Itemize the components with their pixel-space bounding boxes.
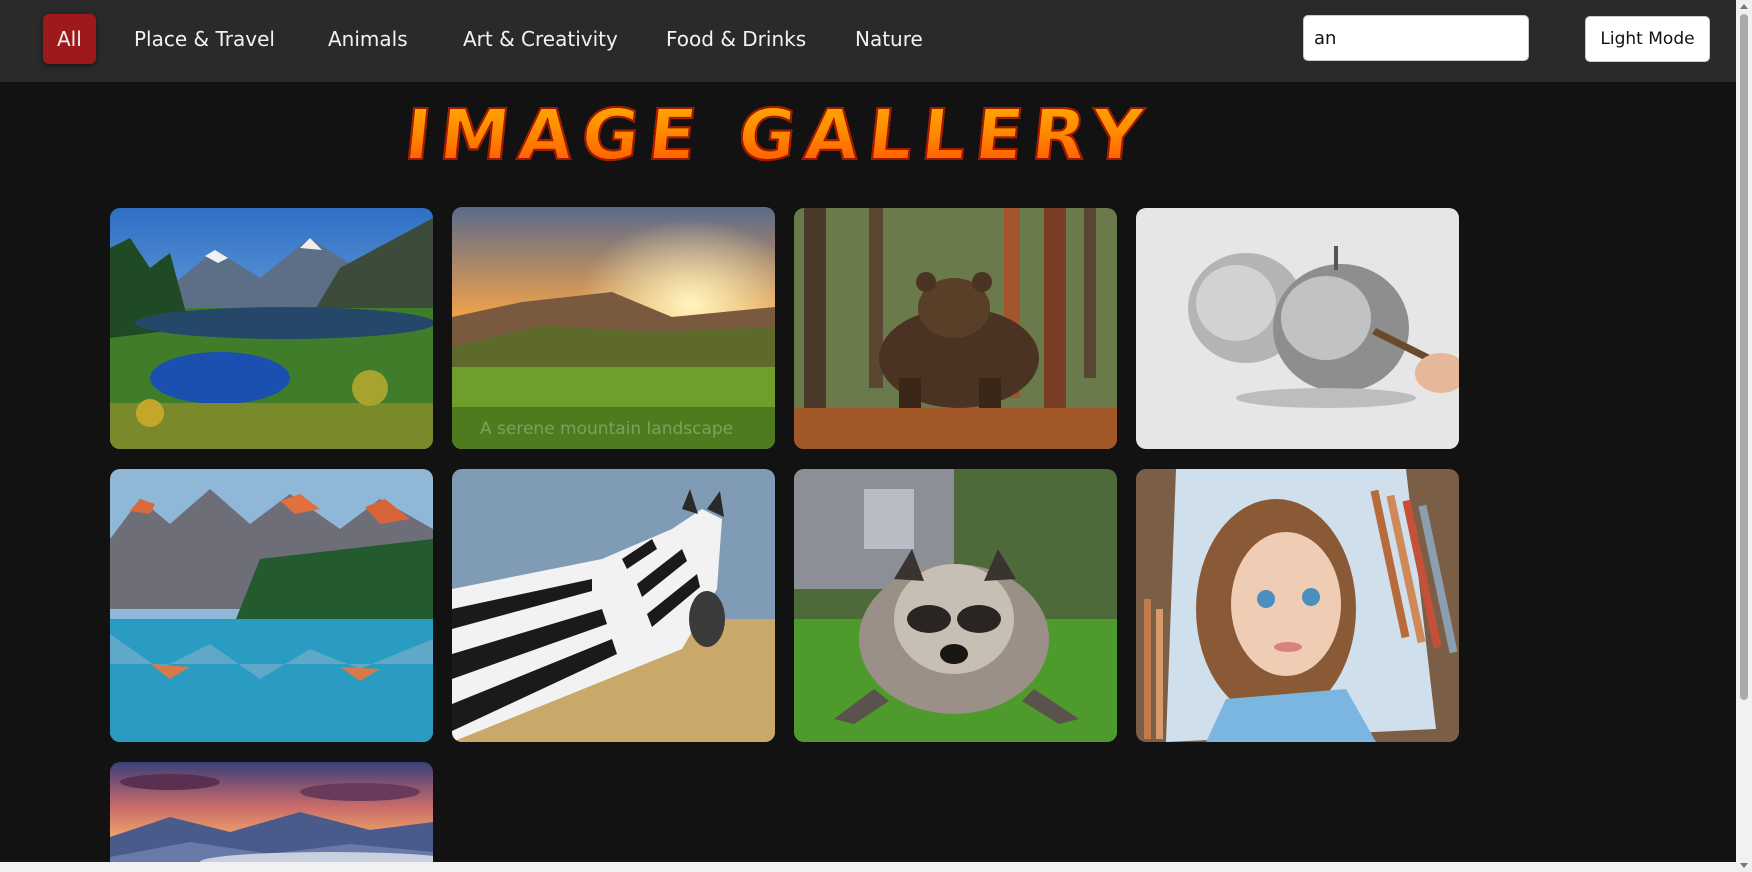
gallery-image-mountain-sunset[interactable]: A serene mountain landscape xyxy=(452,207,775,449)
horizontal-scrollbar[interactable] xyxy=(0,862,1736,872)
vertical-scrollbar[interactable] xyxy=(1736,0,1752,872)
girl-drawing-image xyxy=(1136,469,1459,742)
nav-food-drinks-button[interactable]: Food & Drinks xyxy=(666,14,806,64)
bear-image xyxy=(794,208,1117,449)
nav-art-creativity-button[interactable]: Art & Creativity xyxy=(463,14,618,64)
search-input[interactable] xyxy=(1303,15,1529,61)
nav-animals-button[interactable]: Animals xyxy=(328,14,408,64)
gallery-image-mountain-lake[interactable] xyxy=(110,208,433,449)
top-navbar: All Place & Travel Animals Art & Creativ… xyxy=(0,0,1736,82)
scroll-thumb[interactable] xyxy=(1740,14,1748,700)
gallery-image-bear[interactable] xyxy=(794,208,1117,449)
image-caption: A serene mountain landscape xyxy=(480,419,734,439)
page-title: IMAGE GALLERY xyxy=(393,92,1162,178)
gallery-image-raccoon[interactable] xyxy=(794,469,1117,742)
mountain-sunset-image xyxy=(452,207,775,449)
mountain-lake-image xyxy=(110,208,433,449)
gallery-image-zebra[interactable] xyxy=(452,469,775,742)
gallery-image-misty-sunset[interactable] xyxy=(110,762,433,872)
nav-all-button[interactable]: All xyxy=(43,14,96,64)
light-mode-toggle-button[interactable]: Light Mode xyxy=(1585,16,1710,62)
scroll-up-arrow-icon[interactable] xyxy=(1740,4,1748,9)
scroll-down-arrow-icon[interactable] xyxy=(1740,863,1748,868)
gallery-image-mountain-reflection[interactable] xyxy=(110,469,433,742)
mountain-reflection-image xyxy=(110,469,433,742)
misty-sunset-image xyxy=(110,762,433,872)
apple-sketch-image xyxy=(1136,208,1459,449)
nav-nature-button[interactable]: Nature xyxy=(855,14,923,64)
gallery-image-girl-drawing[interactable] xyxy=(1136,469,1459,742)
raccoon-image xyxy=(794,469,1117,742)
nav-place-travel-button[interactable]: Place & Travel xyxy=(134,14,275,64)
zebra-image xyxy=(452,469,775,742)
gallery-image-apple-sketch[interactable] xyxy=(1136,208,1459,449)
